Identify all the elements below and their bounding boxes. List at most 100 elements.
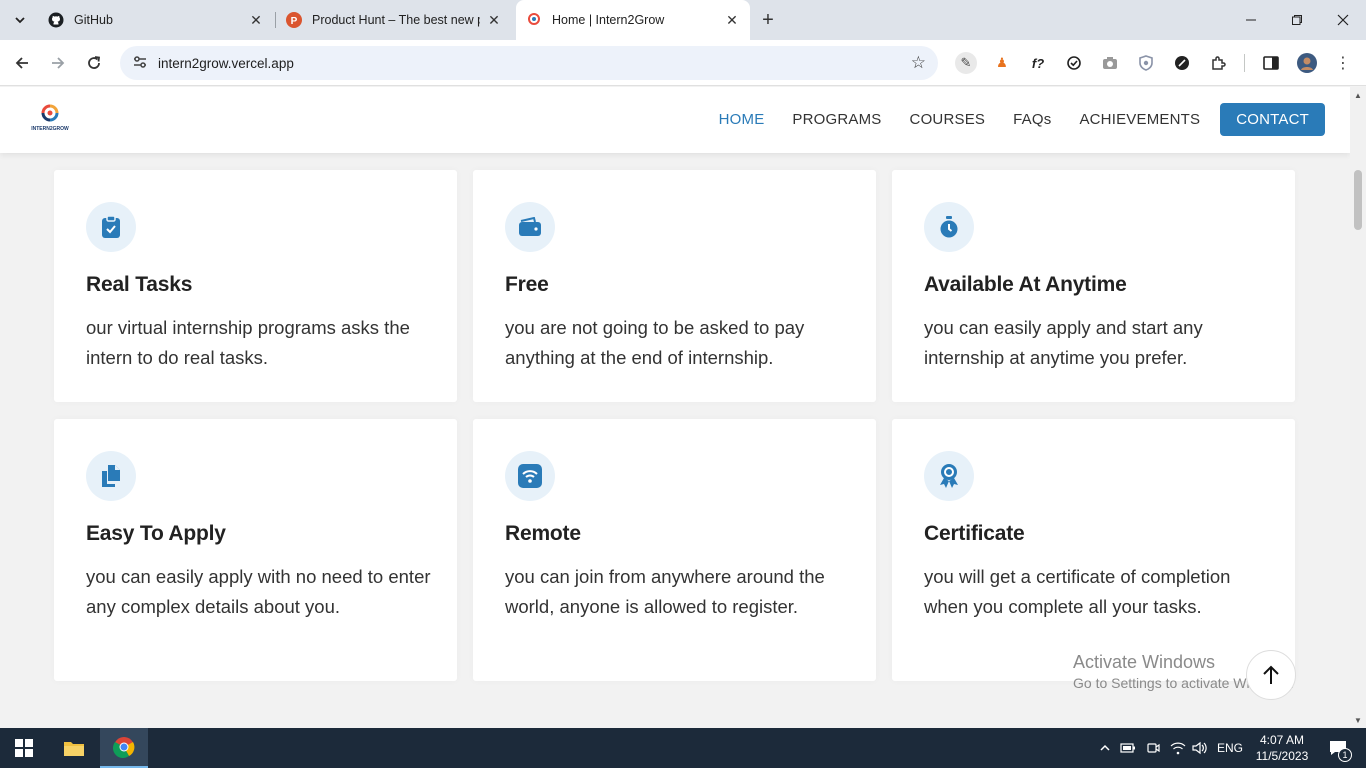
site-settings-icon[interactable] — [130, 55, 150, 72]
nav-courses[interactable]: COURSES — [910, 111, 986, 128]
minimize-icon — [1246, 19, 1256, 21]
chrome-taskbar-button[interactable] — [100, 728, 148, 768]
site-header: INTERN2GROW HOME PROGRAMS COURSES FAQs A… — [0, 87, 1350, 153]
feature-text: you are not going to be asked to pay any… — [505, 317, 805, 368]
checkmark-extension-icon[interactable] — [1063, 52, 1085, 74]
new-tab-button[interactable]: + — [756, 8, 780, 32]
tab-search-button[interactable] — [8, 8, 32, 32]
clock-date: 11/5/2023 — [1255, 749, 1309, 763]
feature-title: Certificate — [924, 522, 1025, 545]
feature-title: Remote — [505, 522, 581, 545]
wallet-icon — [505, 202, 555, 252]
wifi-icon — [505, 451, 555, 501]
stopwatch-icon — [924, 202, 974, 252]
page-viewport: INTERN2GROW HOME PROGRAMS COURSES FAQs A… — [0, 87, 1350, 728]
network-wifi-icon[interactable] — [1168, 728, 1188, 768]
browser-toolbar: intern2grow.vercel.app ☆ ✎ ♟ f? ⋮ — [0, 40, 1366, 86]
speed-extension-icon[interactable] — [1171, 52, 1193, 74]
tab-title: Product Hunt – The best new p — [312, 13, 480, 27]
start-button[interactable] — [0, 728, 48, 768]
scroll-down-arrow-icon[interactable]: ▼ — [1354, 716, 1362, 725]
vertical-scrollbar[interactable]: ▲ ▼ — [1350, 87, 1366, 728]
file-explorer-button[interactable] — [50, 728, 98, 768]
feature-text: our virtual internship programs asks the… — [86, 317, 410, 368]
folder-icon — [64, 742, 84, 756]
feature-title: Easy To Apply — [86, 522, 226, 545]
restore-button[interactable] — [1274, 0, 1320, 40]
bookmark-star-icon[interactable]: ☆ — [911, 53, 926, 73]
feature-text: you can join from anywhere around the wo… — [505, 566, 825, 617]
feature-title: Free — [505, 273, 549, 296]
feature-title: Available At Anytime — [924, 273, 1127, 296]
clock-time: 4:07 AM — [1259, 733, 1305, 747]
windows-logo-icon — [15, 739, 33, 757]
award-icon — [924, 451, 974, 501]
feature-text: you can easily apply with no need to ent… — [86, 566, 431, 617]
scroll-up-arrow-icon[interactable]: ▲ — [1354, 91, 1362, 100]
feature-text: you will get a certificate of completion… — [924, 566, 1231, 617]
restore-icon — [1292, 15, 1302, 25]
logo-text: INTERN2GROW — [31, 126, 69, 132]
scrollbar-thumb[interactable] — [1354, 170, 1362, 230]
address-bar[interactable]: intern2grow.vercel.app ☆ — [120, 46, 938, 80]
scroll-to-top-button[interactable] — [1246, 650, 1296, 700]
puzzle-extensions-icon[interactable] — [1207, 52, 1229, 74]
pen-extension-icon[interactable]: ✎ — [955, 52, 977, 74]
close-window-button[interactable] — [1320, 0, 1366, 40]
camera-extension-icon[interactable] — [1099, 52, 1121, 74]
close-icon[interactable]: ✕ — [248, 12, 264, 28]
function-extension-icon[interactable]: f? — [1027, 52, 1049, 74]
meet-now-icon[interactable] — [1143, 728, 1163, 768]
language-indicator[interactable]: ENG — [1214, 728, 1246, 768]
reload-icon — [88, 56, 101, 69]
intern2grow-logo-icon — [41, 104, 59, 122]
feature-card-real-tasks: Real Tasks our virtual internship progra… — [54, 170, 457, 402]
nav-faqs[interactable]: FAQs — [1013, 111, 1051, 128]
battery-icon[interactable] — [1118, 728, 1138, 768]
nav-achievements[interactable]: ACHIEVEMENTS — [1079, 111, 1200, 128]
chevron-down-icon — [15, 17, 25, 24]
system-clock[interactable]: 4:07 AM 11/5/2023 — [1252, 732, 1312, 764]
tab-title: Home | Intern2Grow — [552, 13, 665, 27]
feature-title: Real Tasks — [86, 273, 193, 296]
close-icon — [1337, 14, 1349, 26]
profile-avatar-icon[interactable] — [1296, 52, 1318, 74]
nav-programs[interactable]: PROGRAMS — [792, 111, 881, 128]
forward-button[interactable] — [44, 49, 72, 77]
chess-extension-icon[interactable]: ♟ — [991, 52, 1013, 74]
product-hunt-icon: P — [286, 12, 302, 28]
main-nav: HOME PROGRAMS COURSES FAQs ACHIEVEMENTS … — [691, 103, 1325, 136]
reload-button[interactable] — [80, 49, 108, 77]
notification-count-badge: 1 — [1338, 748, 1352, 762]
close-icon[interactable]: ✕ — [486, 12, 502, 28]
shield-extension-icon[interactable] — [1135, 52, 1157, 74]
side-panel-icon[interactable] — [1260, 52, 1282, 74]
feature-card-free: Free you are not going to be asked to pa… — [473, 170, 876, 402]
feature-card-remote: Remote you can join from anywhere around… — [473, 419, 876, 681]
tab-product-hunt[interactable]: P Product Hunt – The best new p ✕ — [276, 5, 512, 35]
chrome-icon — [113, 737, 135, 758]
menu-kebab-icon[interactable]: ⋮ — [1332, 52, 1354, 74]
clipboard-check-icon — [86, 202, 136, 252]
svg-text:P: P — [291, 16, 298, 27]
nav-home[interactable]: HOME — [719, 111, 765, 128]
minimize-button[interactable] — [1228, 0, 1274, 40]
github-icon — [48, 12, 64, 28]
chevron-up-icon[interactable] — [1096, 728, 1114, 768]
volume-icon[interactable] — [1190, 728, 1210, 768]
feature-card-easy-to-apply: Easy To Apply you can easily apply with … — [54, 419, 457, 681]
windows-taskbar: ENG 4:07 AM 11/5/2023 1 — [0, 728, 1366, 768]
feature-card-available-anytime: Available At Anytime you can easily appl… — [892, 170, 1295, 402]
tab-github[interactable]: GitHub ✕ — [38, 5, 274, 35]
contact-button[interactable]: CONTACT — [1220, 103, 1325, 136]
site-logo[interactable]: INTERN2GROW — [30, 103, 70, 135]
tab-strip: GitHub ✕ P Product Hunt – The best new p… — [0, 0, 1366, 40]
tab-title: GitHub — [74, 13, 113, 27]
intern2grow-icon — [526, 12, 542, 28]
tab-intern2grow[interactable]: Home | Intern2Grow ✕ — [516, 0, 750, 40]
close-icon[interactable]: ✕ — [724, 12, 740, 28]
notification-center-button[interactable]: 1 — [1318, 728, 1358, 768]
back-button[interactable] — [8, 49, 36, 77]
documents-icon — [86, 451, 136, 501]
url-text[interactable]: intern2grow.vercel.app — [158, 56, 294, 71]
